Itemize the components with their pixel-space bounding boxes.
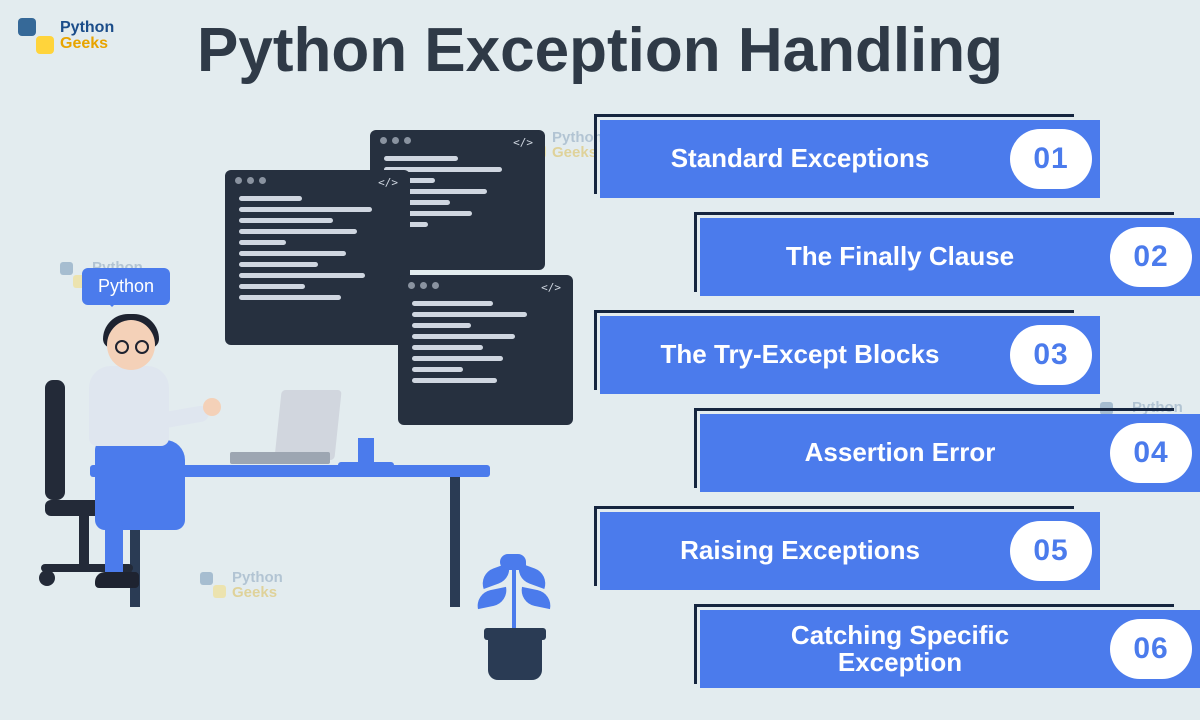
topic-item-standard-exceptions: Standard Exceptions 01 <box>600 120 1100 198</box>
topic-number-badge: 04 <box>1110 423 1192 483</box>
speech-bubble: Python <box>82 268 170 305</box>
brand-line2: Geeks <box>60 36 114 52</box>
monitor-stand <box>338 462 394 470</box>
topic-number-badge: 03 <box>1010 325 1092 385</box>
topic-label: Catching Specific Exception <box>740 622 1060 677</box>
code-tag-icon: </> <box>513 136 533 149</box>
code-window: </> <box>398 275 573 425</box>
code-tag-icon: </> <box>378 176 398 189</box>
laptop-icon <box>274 390 341 460</box>
plant-icon <box>470 540 560 680</box>
topic-item-catching-specific: Catching Specific Exception 06 <box>700 610 1200 688</box>
topic-label: Raising Exceptions <box>680 537 920 564</box>
topic-item-finally-clause: The Finally Clause 02 <box>700 218 1200 296</box>
code-tag-icon: </> <box>541 281 561 294</box>
topic-label: Assertion Error <box>805 439 996 466</box>
topic-label: Standard Exceptions <box>671 145 930 172</box>
topic-list: Standard Exceptions 01 The Finally Claus… <box>600 120 1200 708</box>
topic-item-assertion-error: Assertion Error 04 <box>700 414 1200 492</box>
python-logo-icon <box>18 18 54 54</box>
topic-label: The Finally Clause <box>786 243 1014 270</box>
topic-number-badge: 02 <box>1110 227 1192 287</box>
brand-text: Python Geeks <box>60 20 114 52</box>
topic-label: The Try-Except Blocks <box>661 341 940 368</box>
topic-number-badge: 05 <box>1010 521 1092 581</box>
person-icon <box>45 320 215 580</box>
topic-number-badge: 06 <box>1110 619 1192 679</box>
code-window: </> <box>225 170 410 345</box>
topic-item-raising-exceptions: Raising Exceptions 05 <box>600 512 1100 590</box>
laptop-icon <box>230 452 330 464</box>
brand-line1: Python <box>60 20 114 36</box>
topic-item-try-except: The Try-Except Blocks 03 <box>600 316 1100 394</box>
desk-leg <box>450 477 460 607</box>
page-title: Python Exception Handling <box>197 15 1003 86</box>
brand-logo: Python Geeks <box>18 18 114 54</box>
topic-number-badge: 01 <box>1010 129 1092 189</box>
